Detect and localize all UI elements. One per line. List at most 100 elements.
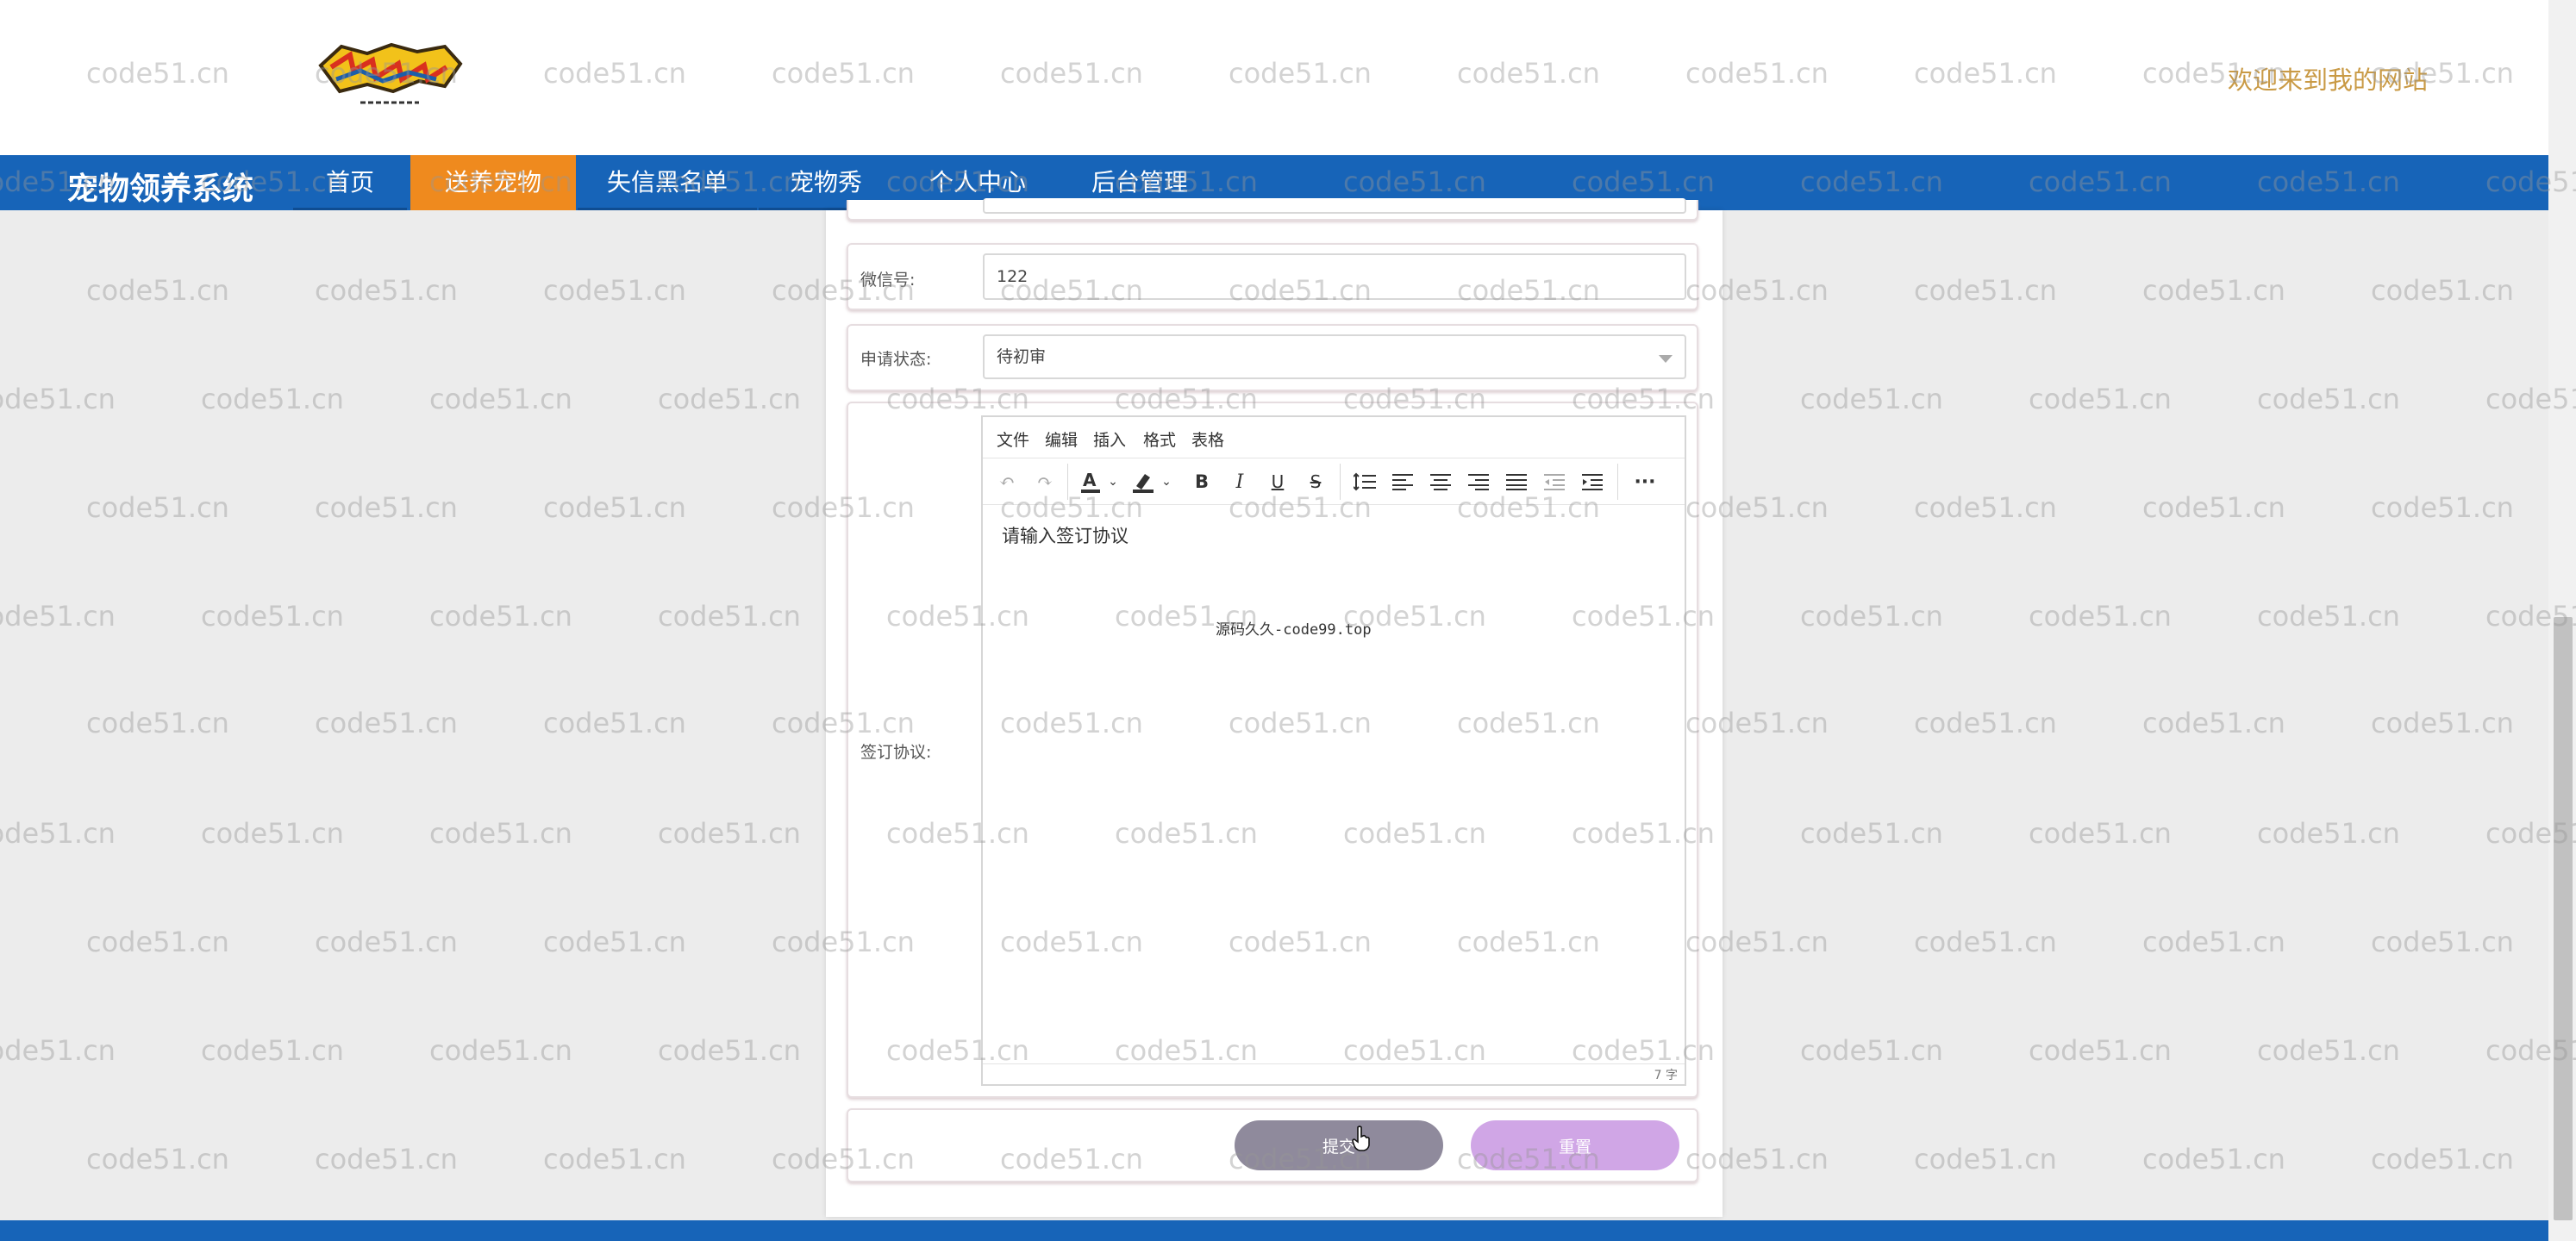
watermark-text: code51.cn (201, 817, 344, 850)
more-options-icon[interactable]: ··· (1626, 465, 1664, 498)
watermark-text: code51.cn (0, 707, 1, 739)
line-height-icon[interactable] (1348, 465, 1381, 498)
watermark-text: code51.cn (0, 600, 116, 633)
watermark-text: code51.cn (2257, 1034, 2400, 1067)
watermark-text: code51.cn (658, 1034, 801, 1067)
watermark-text: code51.cn (86, 926, 229, 958)
strikethrough-icon[interactable]: S (1300, 465, 1331, 498)
watermark-text: code51.cn (2142, 707, 2285, 739)
watermark-text: code51.cn (201, 600, 344, 633)
wechat-input[interactable]: 122 (983, 253, 1686, 300)
menu-insert[interactable]: 插入 (1093, 427, 1126, 451)
nav-pet-show-label: 宠物秀 (789, 168, 862, 196)
agreement-label: 签订协议: (860, 743, 932, 762)
watermark-text: code51.cn (2142, 491, 2285, 524)
text-color-chevron-down-icon[interactable]: ⌄ (1105, 465, 1121, 498)
watermark-text: code51.cn (315, 707, 458, 739)
rich-text-editor: 文件 编辑 插入 格式 表格 ↶ ↷ A ⌄ ⌄ B I U S ··· 请输入… (981, 415, 1686, 1086)
bold-icon[interactable]: B (1186, 465, 1217, 498)
watermark-text: code51.cn (1914, 707, 2057, 739)
watermark-text: code51.cn (1914, 926, 2057, 958)
align-right-icon[interactable] (1462, 465, 1495, 498)
watermark-text: code51.cn (0, 1034, 116, 1067)
watermark-text: code51.cn (658, 383, 801, 415)
watermark-text: code51.cn (543, 274, 686, 307)
submit-button[interactable]: 提交 (1235, 1120, 1443, 1170)
nav-personal-center-label: 个人中心 (928, 168, 1026, 196)
watermark-text: code51.cn (2371, 707, 2514, 739)
nav-rehome-pet[interactable]: 送养宠物 (410, 155, 576, 210)
italic-icon[interactable]: I (1224, 465, 1255, 498)
watermark-text: code51.cn (429, 1034, 572, 1067)
status-select-value: 待初审 (997, 347, 1047, 366)
form-row-status: 申请状态: 待初审 (847, 324, 1698, 391)
undo-icon[interactable]: ↶ (991, 465, 1022, 498)
watermark-text: code51.cn (0, 817, 116, 850)
watermark-text: code51.cn (2142, 274, 2285, 307)
nav-blacklist[interactable]: 失信黑名单 (578, 155, 757, 210)
highlight-chevron-down-icon[interactable]: ⌄ (1159, 465, 1174, 498)
watermark-text: code51.cn (1800, 600, 1943, 633)
previous-field[interactable] (983, 198, 1686, 214)
watermark-text: code51.cn (2029, 383, 2172, 415)
outdent-icon[interactable] (1538, 465, 1571, 498)
watermark-text: code51.cn (315, 1143, 458, 1176)
nav-admin-label: 后台管理 (1091, 168, 1188, 196)
embedded-site-mark: 源码久久-code99.top (1216, 621, 1372, 639)
nav-home[interactable]: 首页 (293, 155, 407, 210)
editor-content[interactable]: 请输入签订协议 (1002, 522, 1129, 548)
form-row-previous (847, 198, 1698, 221)
reset-button[interactable]: 重置 (1471, 1120, 1679, 1170)
watermark-text: code51.cn (1914, 274, 2057, 307)
watermark-text: code51.cn (315, 926, 458, 958)
menu-format[interactable]: 格式 (1143, 427, 1176, 451)
align-left-icon[interactable] (1386, 465, 1419, 498)
indent-icon[interactable] (1576, 465, 1609, 498)
watermark-text: code51.cn (2029, 600, 2172, 633)
watermark-text: code51.cn (86, 707, 229, 739)
menu-file[interactable]: 文件 (997, 427, 1029, 451)
watermark-text: code51.cn (2029, 1034, 2172, 1067)
highlight-color-icon[interactable] (1128, 465, 1159, 498)
hand-pointer-cursor-icon (1352, 1126, 1371, 1151)
underline-icon[interactable]: U (1262, 465, 1293, 498)
watermark-text: code51.cn (1800, 817, 1943, 850)
watermark-text: code51.cn (2142, 1143, 2285, 1176)
status-select[interactable]: 待初审 (983, 334, 1686, 379)
redo-icon[interactable]: ↷ (1029, 465, 1060, 498)
watermark-text: code51.cn (543, 491, 686, 524)
watermark-text: code51.cn (86, 491, 229, 524)
watermark-text: code51.cn (658, 600, 801, 633)
nav-blacklist-label: 失信黑名单 (606, 168, 728, 196)
top-header: 欢迎来到我的网站 (0, 0, 2548, 155)
watermark-text: code51.cn (429, 600, 572, 633)
wechat-label: 微信号: (860, 271, 916, 290)
watermark-text: code51.cn (543, 1143, 686, 1176)
menu-table[interactable]: 表格 (1191, 427, 1224, 451)
watermark-text: code51.cn (2142, 926, 2285, 958)
align-center-icon[interactable] (1424, 465, 1457, 498)
watermark-text: code51.cn (0, 1143, 1, 1176)
watermark-text: code51.cn (543, 926, 686, 958)
watermark-text: code51.cn (201, 1034, 344, 1067)
brand-title: 宠物领养系统 (67, 171, 254, 207)
watermark-text: code51.cn (201, 383, 344, 415)
editor-statusbar: 7 字 (983, 1063, 1685, 1084)
site-logo[interactable] (316, 41, 464, 115)
watermark-text: code51.cn (2257, 600, 2400, 633)
align-justify-icon[interactable] (1500, 465, 1533, 498)
watermark-text: code51.cn (543, 707, 686, 739)
watermark-text: code51.cn (0, 274, 1, 307)
watermark-text: code51.cn (1914, 491, 2057, 524)
watermark-text: code51.cn (2371, 926, 2514, 958)
page-scrollbar-thumb[interactable] (2554, 617, 2573, 1220)
editor-toolbar: ↶ ↷ A ⌄ ⌄ B I U S ··· (983, 458, 1685, 505)
watermark-text: code51.cn (429, 383, 572, 415)
text-color-icon[interactable]: A (1076, 465, 1105, 498)
chevron-down-icon (1659, 355, 1673, 363)
welcome-text: 欢迎来到我的网站 (2228, 67, 2429, 95)
svg-text:A: A (1083, 470, 1097, 490)
watermark-text: code51.cn (1800, 1034, 1943, 1067)
menu-edit[interactable]: 编辑 (1045, 427, 1078, 451)
watermark-text: code51.cn (315, 491, 458, 524)
